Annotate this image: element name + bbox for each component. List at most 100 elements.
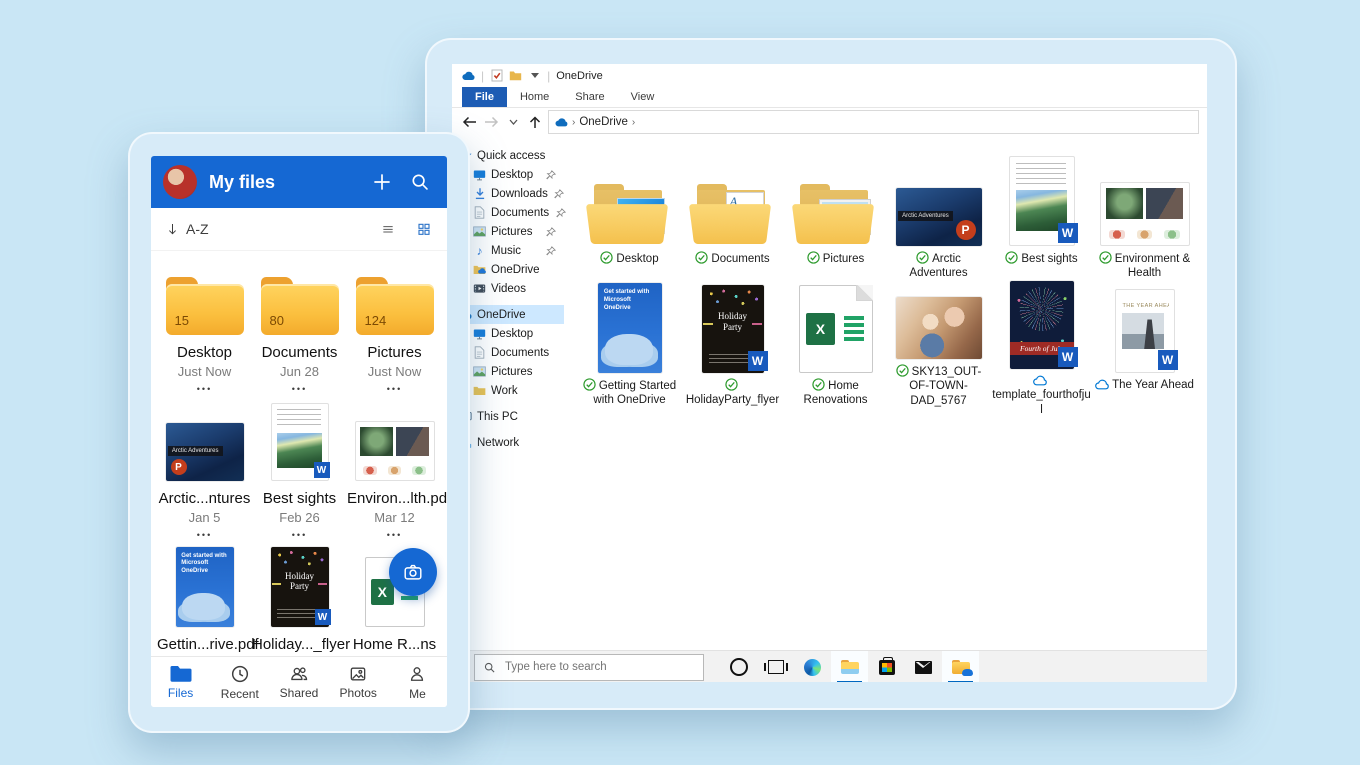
file-tile-arctic-ntures[interactable]: Arctic AdventuresPArctic...nturesJan 5••… — [157, 409, 252, 540]
search-button[interactable] — [407, 169, 433, 195]
tile-icon-area: HolidayPartyW — [271, 555, 329, 627]
file-tile-pictures[interactable]: 124PicturesJust Now••• — [347, 263, 442, 394]
thumbnail-year-ahead: THE YEAR AHEADW — [1115, 289, 1175, 373]
tile-name: Environ...lth.pdf — [347, 490, 442, 507]
file-item-getting-started-with-onedrive[interactable]: Get started with Microsoft OneDriveGetti… — [578, 281, 681, 408]
file-label: The Year Ahead — [1095, 378, 1194, 392]
thumbnail-title: Get started with Microsoft OneDrive — [181, 553, 230, 576]
ribbon-tab-file[interactable]: File — [462, 87, 507, 107]
tablet-screen: | | OneDrive FileHomeShareView › — [452, 64, 1207, 682]
file-item-environment-health[interactable]: Environment & Health — [1093, 154, 1196, 281]
taskbar-search[interactable] — [474, 654, 704, 681]
nav-item-label: Shared — [280, 686, 319, 700]
folder-icon — [473, 384, 486, 397]
excel-badge: X — [806, 313, 835, 346]
onedrive-cloud-icon[interactable] — [462, 69, 475, 82]
search-input[interactable] — [503, 660, 695, 674]
new-folder-icon[interactable] — [509, 69, 522, 82]
thumbnail-image — [360, 427, 393, 456]
sync-status-synced-icon — [583, 378, 596, 391]
file-tile-desktop[interactable]: 15DesktopJust Now••• — [157, 263, 252, 394]
tile-menu-button[interactable]: ••• — [197, 530, 212, 540]
tile-menu-button[interactable]: ••• — [292, 530, 307, 540]
excel-badge: X — [371, 579, 394, 605]
tile-menu-button[interactable]: ••• — [292, 384, 307, 394]
taskbar-task-view-icon[interactable] — [757, 651, 794, 682]
file-item-sky13-out-of-town-dad-5767[interactable]: SKY13_OUT-OF-TOWN-DAD_5767 — [887, 281, 990, 408]
grid-view-icon[interactable] — [415, 221, 433, 237]
window-title: OneDrive — [556, 70, 602, 82]
file-item-arctic-adventures[interactable]: Arctic AdventuresPArctic Adventures — [887, 154, 990, 281]
pin-icon — [544, 244, 557, 257]
file-item-desktop[interactable]: Desktop — [578, 154, 681, 281]
taskbar-file-explorer-icon[interactable] — [831, 651, 868, 682]
thumbnail-title: Get started with Microsoft OneDrive — [604, 289, 658, 312]
up-button[interactable] — [526, 113, 544, 131]
file-tile-best-sights[interactable]: WBest sightsFeb 26••• — [252, 409, 347, 540]
nav-item-photos[interactable]: Photos — [329, 664, 388, 700]
ribbon-tab-view[interactable]: View — [618, 87, 668, 107]
list-view-icon[interactable] — [379, 221, 397, 237]
taskbar-mail-icon[interactable] — [905, 651, 942, 682]
file-icon-area — [694, 154, 772, 246]
nav-item-files[interactable]: Files — [151, 664, 210, 700]
tile-menu-button[interactable]: ••• — [197, 384, 212, 394]
thumbnail-holiday-party: HolidayPartyW — [702, 285, 764, 373]
avatar[interactable] — [163, 165, 197, 199]
file-icon-area — [797, 154, 875, 246]
file-item-pictures[interactable]: Pictures — [784, 154, 887, 281]
taskbar-onedrive-folder-icon[interactable] — [942, 651, 979, 682]
file-tile-gettin-rive-pdf[interactable]: Get started with Microsoft OneDriveGetti… — [157, 555, 252, 656]
file-item-holidayparty-flyer[interactable]: HolidayPartyWHolidayParty_flyer — [681, 281, 784, 408]
nav-item-recent[interactable]: Recent — [210, 663, 269, 701]
clock-icon — [229, 663, 251, 685]
file-tile-environ-lth-pdf[interactable]: Environ...lth.pdf Mar 12 ••• — [347, 409, 442, 540]
recent-locations-chevron-icon[interactable] — [504, 113, 522, 131]
tile-menu-button[interactable]: ••• — [387, 384, 402, 394]
file-item-best-sights[interactable]: WBest sights — [990, 154, 1093, 281]
taskbar-edge-icon[interactable] — [794, 651, 831, 682]
sort-order-label[interactable]: A-Z — [186, 221, 209, 237]
nav-item-shared[interactable]: Shared — [269, 664, 328, 700]
file-label: Home Renovations — [786, 378, 886, 408]
file-tile-documents[interactable]: 80DocumentsJun 28••• — [252, 263, 347, 394]
mobile-app-header: My files — [151, 156, 447, 208]
file-label: template_fourthofjul — [992, 374, 1092, 417]
document-icon — [473, 346, 486, 359]
nav-item-me[interactable]: Me — [388, 663, 447, 701]
onedrive-cloud-icon — [555, 116, 568, 129]
breadcrumb-onedrive[interactable]: OneDrive — [579, 116, 628, 128]
file-label: Pictures — [807, 251, 865, 266]
file-item-documents[interactable]: Documents — [681, 154, 784, 281]
file-item-home-renovations[interactable]: X Home Renovations — [784, 281, 887, 408]
taskbar-cortana-icon[interactable] — [720, 651, 757, 682]
tile-name: Arctic...ntures — [159, 490, 251, 507]
tile-date: Just Now — [178, 364, 231, 379]
caret-down-icon[interactable] — [528, 69, 541, 82]
taskbar-store-icon[interactable] — [868, 651, 905, 682]
properties-check-icon[interactable] — [490, 69, 503, 82]
folder-item-count: 15 — [175, 313, 189, 328]
address-field[interactable]: › OneDrive › — [548, 110, 1199, 134]
ribbon-tab-share[interactable]: Share — [562, 87, 617, 107]
file-item-the-year-ahead[interactable]: THE YEAR AHEADW The Year Ahead — [1093, 281, 1196, 408]
file-label: Desktop — [600, 251, 658, 266]
ribbon-tab-home[interactable]: Home — [507, 87, 562, 107]
bottom-navigation: FilesRecent Shared PhotosMe — [151, 656, 447, 707]
file-tile-holiday-flyer[interactable]: HolidayPartyWHoliday..._flyerDec 3, 2019… — [252, 555, 347, 656]
back-button[interactable] — [460, 113, 478, 131]
forward-button[interactable] — [482, 113, 500, 131]
tile-date: Mar 12 — [374, 510, 414, 525]
sync-status-synced-icon — [812, 378, 825, 391]
add-button[interactable] — [369, 169, 395, 195]
file-label: Best sights — [1005, 251, 1077, 266]
tile-menu-button[interactable]: ••• — [387, 530, 402, 540]
file-item-template-fourthofjul[interactable]: Fourth of JulyWtemplate_fourthofjul — [990, 281, 1093, 408]
search-icon — [483, 661, 496, 674]
file-label: SKY13_OUT-OF-TOWN-DAD_5767 — [889, 364, 989, 408]
thumbnail-title: THE YEAR AHEAD — [1122, 303, 1168, 309]
sort-direction-icon[interactable] — [165, 221, 180, 237]
folder-icon-pictures — [797, 182, 875, 246]
camera-upload-fab[interactable] — [389, 548, 437, 596]
phone-screen: My files A-Z 15DesktopJust Now•••80Docum… — [151, 156, 447, 707]
